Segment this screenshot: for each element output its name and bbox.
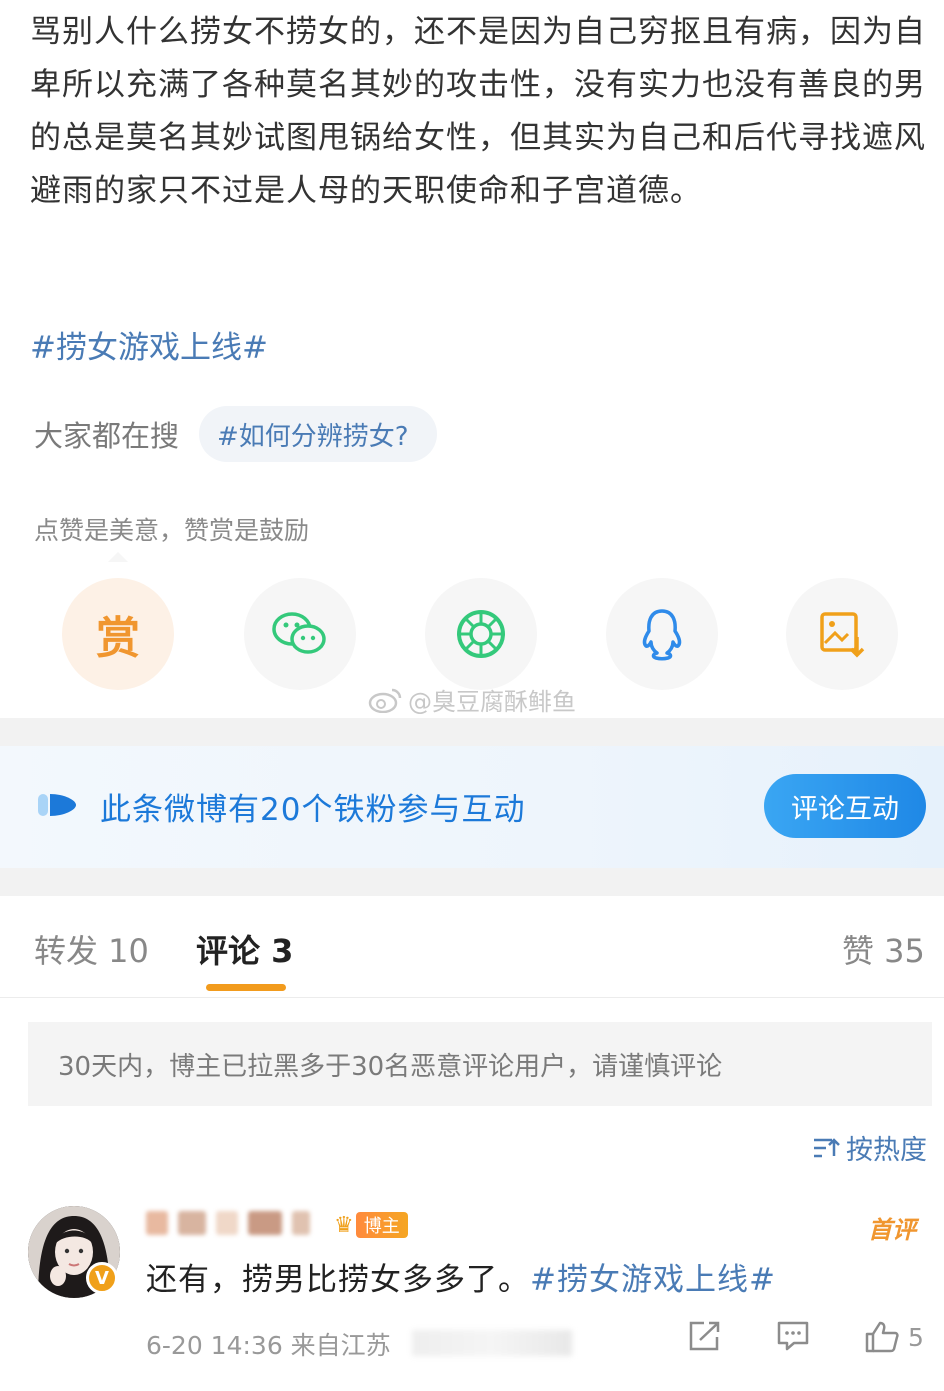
watermark: @臭豆腐酥鲱鱼	[368, 682, 576, 717]
share-qq-button[interactable]	[606, 578, 718, 690]
comment-hashtag-link[interactable]: #捞女游戏上线#	[530, 1262, 776, 1298]
sort-by-hot-button[interactable]: 按热度	[812, 1128, 927, 1167]
tab-comment[interactable]: 评论 3	[196, 926, 293, 972]
fans-interaction-banner: 此条微博有20个铁粉参与互动 评论互动	[0, 746, 944, 868]
interaction-tabs: 转发 10 评论 3 赞 35	[0, 896, 944, 998]
share-row: 赏	[62, 578, 902, 690]
comment-interact-button[interactable]: 评论互动	[764, 774, 926, 838]
tab-like[interactable]: 赞 35	[842, 926, 925, 972]
repost-comment-button[interactable]	[688, 1320, 722, 1352]
post-text: 骂别人什么捞女不捞女的，还不是因为自己穷抠且有病，因为自卑所以充满了各种莫名其妙…	[30, 14, 926, 209]
active-tab-indicator	[206, 984, 286, 991]
moments-icon	[457, 610, 505, 658]
section-divider	[0, 868, 944, 896]
wechat-icon	[272, 612, 326, 654]
sort-icon	[814, 1137, 840, 1157]
crown-icon: ♛	[334, 1212, 354, 1238]
like-count: 5	[908, 1322, 924, 1352]
post-hashtag-link[interactable]: #捞女游戏上线#	[30, 322, 268, 367]
redaction-block	[248, 1211, 282, 1235]
save-image-icon	[820, 612, 865, 658]
comment-text: 还有，捞男比捞女多多了。#捞女游戏上线#	[146, 1254, 776, 1299]
reward-button[interactable]: 赏	[62, 578, 174, 690]
thumbs-up-icon	[865, 1321, 899, 1353]
comment-icon	[777, 1321, 809, 1351]
redaction-block	[216, 1211, 238, 1235]
author-tag: 博主	[355, 1212, 408, 1238]
trending-search-row: 大家都在搜 #如何分辨捞女?	[34, 406, 437, 462]
tab-repost[interactable]: 转发 10	[34, 926, 149, 972]
author-badge: ♛ 博主	[334, 1210, 408, 1240]
verified-badge-icon: V	[86, 1262, 118, 1294]
share-icon	[689, 1321, 720, 1351]
reward-tip-arrow	[108, 552, 128, 562]
qq-icon	[642, 609, 682, 661]
reward-tip: 点赞是美意，赞赏是鼓励	[34, 516, 310, 545]
share-moments-button[interactable]	[425, 578, 537, 690]
comment-body: 还有，捞男比捞女多多了。	[146, 1262, 530, 1298]
weibo-logo-icon	[368, 688, 402, 713]
section-divider	[0, 718, 944, 746]
redacted-area	[412, 1330, 572, 1356]
save-image-button[interactable]	[786, 578, 898, 690]
reply-comment-button[interactable]	[776, 1320, 810, 1352]
comment-notice: 30天内，博主已拉黑多于30名恶意评论用户，请谨慎评论	[28, 1022, 932, 1106]
redaction-block	[146, 1211, 168, 1235]
username-redacted[interactable]	[146, 1208, 318, 1238]
trending-search-label: 大家都在搜	[34, 419, 180, 453]
fans-banner-text: 此条微博有20个铁粉参与互动	[100, 792, 526, 828]
redaction-block	[292, 1211, 310, 1235]
comment-meta: 6-20 14:36 来自江苏	[146, 1331, 391, 1360]
share-wechat-button[interactable]	[244, 578, 356, 690]
reward-icon: 赏	[96, 613, 140, 664]
redaction-block	[178, 1211, 206, 1235]
sort-label: 按热度	[846, 1135, 927, 1166]
watermark-text: @臭豆腐酥鲱鱼	[408, 688, 576, 716]
fans-icon	[38, 794, 76, 816]
like-comment-button[interactable]: 5	[864, 1320, 924, 1354]
first-comment-label: 首评	[868, 1216, 916, 1244]
trending-search-chip[interactable]: #如何分辨捞女?	[199, 406, 437, 462]
